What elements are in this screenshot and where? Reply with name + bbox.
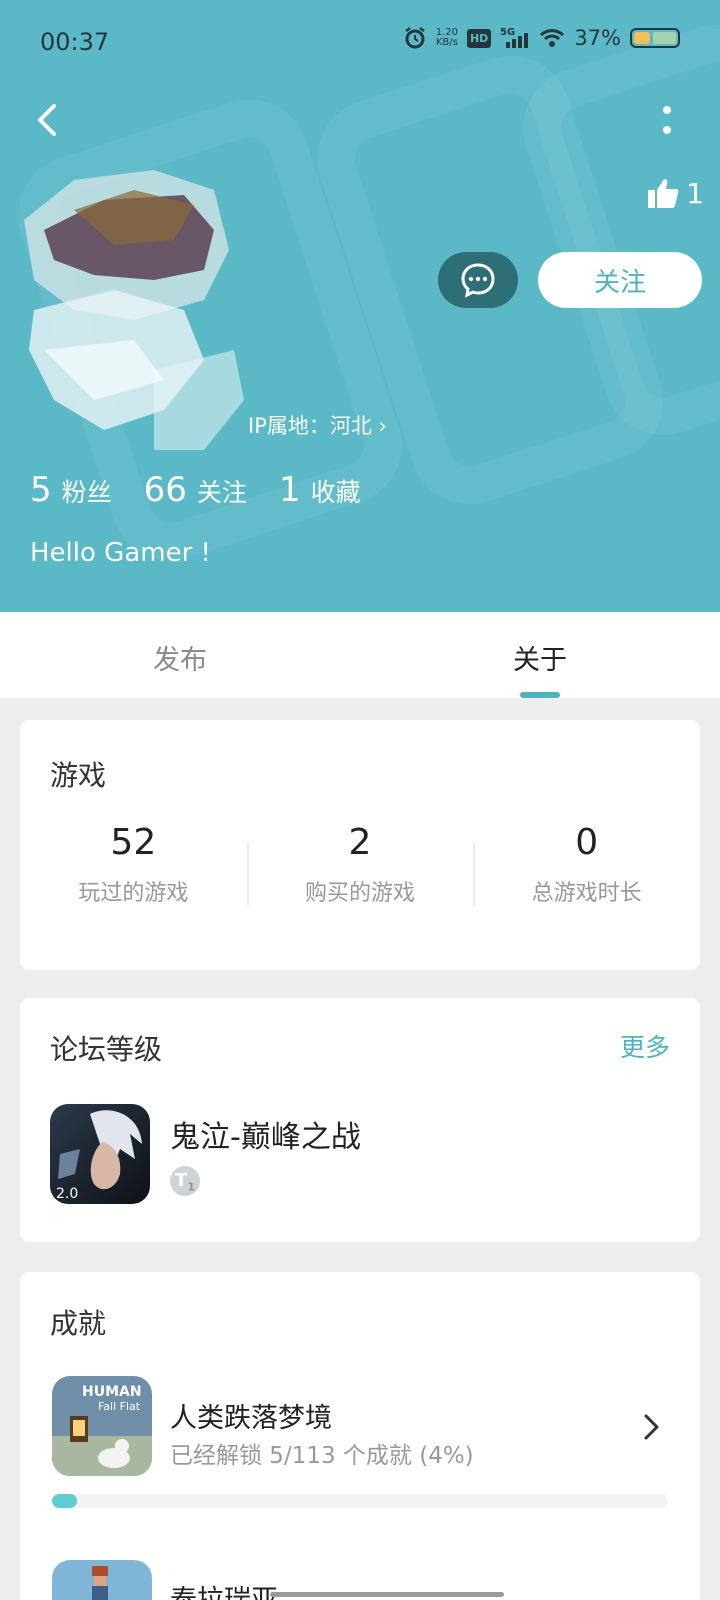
played-games-label: 玩过的游戏 <box>78 881 189 906</box>
svg-text:5G: 5G <box>500 27 515 38</box>
like-count: 1 <box>686 176 704 210</box>
achievements-card-title: 成就 <box>50 1307 107 1340</box>
home-indicator[interactable] <box>270 1592 504 1597</box>
played-games-count: 52 <box>110 822 157 863</box>
followers-label[interactable]: 粉丝 <box>62 473 112 509</box>
forum-more-link[interactable]: 更多 <box>620 1028 670 1064</box>
game-icon-terraria[interactable] <box>52 1560 152 1600</box>
more-options-button[interactable] <box>652 100 682 144</box>
avatar[interactable] <box>14 150 254 470</box>
svg-text:HUMAN: HUMAN <box>82 1384 142 1400</box>
purchased-games-stat[interactable]: 2 购买的游戏 <box>246 822 474 907</box>
alarm-icon <box>404 27 425 49</box>
game-icon-devil-may-cry[interactable]: 2.0 <box>50 1104 150 1204</box>
total-playtime-stat[interactable]: 0 总游戏时长 <box>473 822 700 907</box>
svg-text:2.0: 2.0 <box>56 1186 78 1202</box>
wifi-icon <box>540 29 565 47</box>
chat-bubble-icon <box>461 263 495 298</box>
thumbs-up-icon <box>648 179 679 208</box>
total-playtime-label: 总游戏时长 <box>531 881 642 906</box>
follow-button[interactable]: 关注 <box>538 252 702 308</box>
like-button[interactable]: 1 <box>646 176 704 210</box>
forum-card-title: 论坛等级 <box>50 1033 163 1066</box>
followers-count[interactable]: 5 <box>30 470 52 510</box>
message-button[interactable] <box>438 252 518 308</box>
active-tab-indicator <box>520 692 560 698</box>
svg-text:Fall Flat: Fall Flat <box>98 1400 141 1413</box>
favorites-count[interactable]: 1 <box>279 470 301 510</box>
forum-level-badge: T1 <box>170 1166 200 1196</box>
hd-icon: HD <box>466 28 492 48</box>
more-vertical-icon <box>663 106 671 134</box>
games-card: 游戏 52 玩过的游戏 2 购买的游戏 0 总游戏时长 <box>20 720 700 970</box>
achievement-progress-bar <box>52 1494 668 1508</box>
profile-bio: Hello Gamer ! <box>30 538 211 568</box>
tab-about[interactable]: 关于 <box>360 612 720 698</box>
net-speed: 1.20 KB/s <box>435 27 458 48</box>
battery-percent: 37% <box>574 26 621 50</box>
back-button[interactable] <box>28 98 72 142</box>
battery-icon <box>630 28 680 48</box>
tab-posts[interactable]: 发布 <box>0 612 360 698</box>
forum-level-card: 论坛等级 更多 2.0 鬼泣-巅峰之战 T1 <box>20 998 700 1242</box>
avatar-image <box>24 170 244 450</box>
following-label[interactable]: 关注 <box>197 473 247 509</box>
forum-game-name[interactable]: 鬼泣-巅峰之战 <box>170 1112 361 1156</box>
total-playtime-value: 0 <box>575 822 599 863</box>
ip-location[interactable]: IP属地：河北 › <box>248 410 387 440</box>
profile-tabs: 发布 关于 <box>0 612 720 698</box>
achievement-detail-button[interactable] <box>636 1412 666 1442</box>
purchased-games-label: 购买的游戏 <box>305 881 416 906</box>
favorites-label[interactable]: 收藏 <box>311 473 361 509</box>
following-count[interactable]: 66 <box>144 470 187 510</box>
signal-icon: 5G <box>500 27 529 48</box>
profile-header: 00:37 1.20 KB/s HD 5G 37% 1 关注 IP属地：河北 ›… <box>0 0 720 612</box>
achievements-card: 成就 HUMAN Fall Flat 人类跌落梦境 已经解锁 5/113 个成就… <box>20 1272 700 1600</box>
status-time: 00:37 <box>40 28 110 56</box>
game-icon-human-fall-flat[interactable]: HUMAN Fall Flat <box>52 1376 152 1476</box>
purchased-games-count: 2 <box>348 822 372 863</box>
achievement-game-name[interactable]: 人类跌落梦境 <box>170 1396 332 1435</box>
chevron-right-icon <box>644 1414 659 1440</box>
achievement-game-name-2[interactable]: 泰拉瑞亚 <box>170 1578 278 1600</box>
profile-stats: 5 粉丝 66 关注 1 收藏 <box>30 470 393 510</box>
played-games-stat[interactable]: 52 玩过的游戏 <box>20 822 247 907</box>
games-card-title: 游戏 <box>50 759 107 792</box>
status-bar: 00:37 1.20 KB/s HD 5G 37% <box>40 24 680 58</box>
achievement-progress-text: 已经解锁 5/113 个成就 (4%) <box>170 1443 474 1469</box>
chevron-left-icon <box>38 104 56 136</box>
